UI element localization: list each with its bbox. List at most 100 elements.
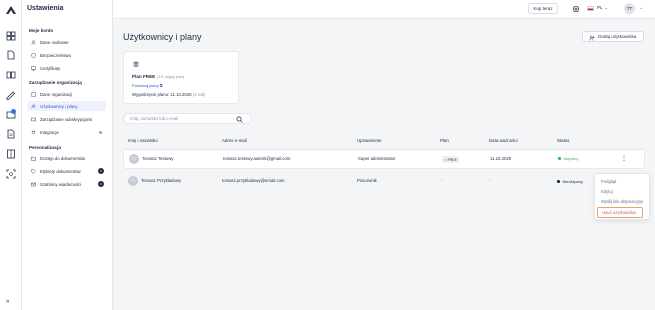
count-badge: 0 [98,181,104,187]
bank-icon: ⌂ [444,157,447,162]
plan-usage-note: (1/1 zajęty plan) [157,75,185,79]
mail-icon [31,182,36,186]
signature-icon[interactable] [6,90,16,100]
sidebar-item-users-and-plans[interactable]: Użytkownicy i plany [27,101,106,111]
sidebar-item-label: Użytkownicy i plany [40,103,78,109]
app-logo[interactable] [5,5,17,15]
scan-icon[interactable] [6,169,16,179]
section-personalization: Personalizacja [29,145,61,150]
user-role: Pracownik [357,178,377,183]
sidebar-item-certificates[interactable]: Certyfikaty [27,63,106,73]
menu-item-send-activation-link[interactable]: Wyślij link aktywacyjny [601,199,643,204]
settings-title: Ustawienia [27,5,64,12]
plan-expiry-note: (1 rok) [192,92,206,97]
sidebar-item-personal-data[interactable]: Dane osobowe [27,37,106,47]
settings-sidebar: Ustawienia Moje konto Dane osobowe Bezpi… [6,0,113,310]
bank-icon [133,61,139,67]
user-plan: - [441,178,443,183]
sidebar-item-message-templates[interactable]: Szablony wiadomości 0 [27,179,106,189]
user-email: tomasz.testowy.autenti@gmail.com [223,156,291,161]
add-user-icon [589,35,595,41]
gear-icon[interactable] [572,5,580,13]
shield-icon [31,52,36,58]
users-icon [31,104,36,108]
page-title: Użytkownicy i plany [123,32,202,42]
menu-item-preview[interactable]: Podgląd [601,179,616,184]
section-organization: Zarządzanie organizacją [29,80,82,85]
add-user-label: Dodaj użytkownika [598,34,637,39]
sidebar-item-label: Dane osobowe [40,39,69,45]
tag-icon [31,168,36,174]
sidebar-item-label: Etykiety dokumentów [40,168,81,174]
certificate-icon [31,65,36,71]
expand-sidebar-icon[interactable]: » [6,299,9,305]
count-badge: 0 [98,168,104,174]
user-name: Tomasz Przykładowy [141,178,182,183]
library-icon[interactable] [6,149,16,159]
status-badge: Nieaktywny [557,179,583,184]
user-name: Tomasz Testowy [142,156,174,161]
column-header-status[interactable]: Status [557,138,569,143]
table-row[interactable]: TT Tomasz Testowy tomasz.testowy.autenti… [123,149,645,169]
sidebar-item-document-access[interactable]: Dostęp do dokumentów [27,153,106,163]
avatar[interactable]: TT [624,3,635,14]
poland-flag-icon[interactable] [587,6,594,11]
plan-expiry: Wygaśnięcie planu: 11.10.2026 (1 rok) [132,92,206,97]
sidebar-item-integrations[interactable]: Integracje [27,127,106,137]
menu-item-delete-user[interactable]: Usuń użytkownika [597,207,643,218]
search-icon[interactable] [236,116,243,123]
search-placeholder: Imię, nazwisko lub e-mail [130,116,178,121]
column-header-expiry[interactable]: Data ważności [489,138,518,143]
sidebar-item-label: Zarządzanie subskrypcjami [40,116,93,122]
user-avatar: TT [129,154,139,164]
building-icon [31,91,36,97]
top-bar: Kup teraz PL ⌄ TT ⌄ [113,0,655,19]
sidebar-item-security[interactable]: Bezpieczeństwo [27,50,106,60]
folder-icon [31,156,36,161]
sidebar-item-label: Certyfikaty [40,65,61,71]
table-row[interactable]: TP Tomasz Przykładowy tomasz.przykladowy… [123,171,645,191]
user-expiry: - [489,178,491,183]
sidebar-item-label: Dane organizacji [40,91,73,97]
column-header-plan[interactable]: Plan [440,138,449,143]
user-expiry: 11.10.2025 [490,156,512,161]
user-icon [31,39,36,45]
user-role: Super administrator [358,156,396,161]
row-actions-icon[interactable]: ⋮ [621,156,627,162]
external-link-icon: ⧉ [159,83,163,88]
plan-badge: ⌂ FREE [442,156,460,163]
column-header-role[interactable]: Uprawnienie [357,138,381,143]
buy-now-button[interactable]: Kup teraz [528,3,558,14]
menu-item-edit[interactable]: Edytuj [601,189,613,194]
sidebar-item-label: Szablony wiadomości [40,181,82,187]
language-label[interactable]: PL [597,5,603,10]
card-icon [31,117,36,121]
add-user-button[interactable]: Dodaj użytkownika [582,31,644,42]
sidebar-item-label: Integracje [40,129,59,135]
row-context-menu: Podgląd Edytuj Wyślij link aktywacyjny U… [594,173,650,220]
user-email: tomasz.przykladowy@email.com [222,178,285,183]
column-header-email[interactable]: Adres e-mail [222,138,247,143]
status-badge: Aktywny [558,156,578,161]
book-icon[interactable] [6,70,16,80]
sidebar-item-label: Bezpieczeństwo [40,52,72,58]
column-header-name[interactable]: Imię i nazwisko [128,138,158,143]
search-input[interactable]: Imię, nazwisko lub e-mail [123,113,252,124]
user-avatar: TP [128,176,138,186]
sidebar-item-document-labels[interactable]: Etykiety dokumentów 0 [27,166,106,176]
chevron-down-icon[interactable]: ⌄ [604,5,608,11]
section-my-account: Moje konto [29,28,54,33]
file-icon[interactable] [6,129,16,139]
compare-plans-link[interactable]: Porównaj plany ⧉ [132,83,162,88]
notification-badge [11,109,16,114]
icon-rail [0,0,22,310]
plan-name: Plan FREE (1/1 zajęty plan) [132,74,185,79]
document-icon[interactable] [6,50,16,60]
integration-status-dot [99,131,102,134]
plan-card: Plan FREE (1/1 zajęty plan) Porównaj plan… [123,51,239,104]
sidebar-item-subscriptions[interactable]: Zarządzanie subskrypcjami [27,114,106,124]
dashboard-icon[interactable] [6,31,16,41]
sidebar-item-organization-data[interactable]: Dane organizacji [27,89,106,99]
chevron-down-icon[interactable]: ⌄ [639,5,643,11]
sidebar-item-label: Dostęp do dokumentów [40,155,86,161]
